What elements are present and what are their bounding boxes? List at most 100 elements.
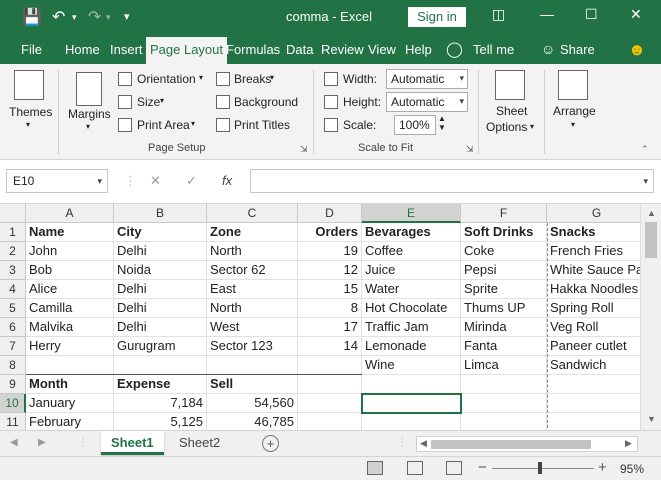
enter-icon[interactable]: ✓ <box>186 173 197 189</box>
scale-to-fit-launcher-icon[interactable]: ⇲ <box>466 144 474 155</box>
themes-dropdown-icon[interactable]: ▾ <box>26 120 30 129</box>
smiley-feedback-icon[interactable]: ☻ <box>628 40 646 60</box>
cell-e8[interactable]: Wine <box>362 356 461 375</box>
tab-insert[interactable]: Insert <box>110 42 143 57</box>
width-dropdown[interactable]: Automatic ▾ <box>386 69 468 89</box>
margins-icon[interactable] <box>76 72 102 106</box>
chevron-down-icon[interactable]: ▾ <box>97 176 102 187</box>
row-header-4[interactable]: 4 <box>0 280 26 299</box>
zoom-slider-thumb[interactable] <box>538 462 542 474</box>
sheet-options-dropdown-icon[interactable]: ▾ <box>530 122 534 131</box>
scale-down-icon[interactable]: ▼ <box>438 123 446 132</box>
cell-d5[interactable]: 8 <box>298 299 362 318</box>
lightbulb-icon[interactable]: ◯ <box>446 40 463 58</box>
cell-c1[interactable]: Zone <box>207 223 298 242</box>
background-icon[interactable] <box>216 95 230 109</box>
cell-b8[interactable] <box>114 356 207 375</box>
cell-b3[interactable]: Noida <box>114 261 207 280</box>
minimize-icon[interactable]: — <box>540 6 554 22</box>
orientation-icon[interactable] <box>118 72 132 86</box>
cell-b4[interactable]: Delhi <box>114 280 207 299</box>
cell-a8[interactable] <box>26 356 114 375</box>
undo-dropdown-icon[interactable]: ▾ <box>72 12 77 23</box>
background-button[interactable]: Background <box>234 95 298 109</box>
row-header-5[interactable]: 5 <box>0 299 26 318</box>
select-all-button[interactable] <box>0 204 26 223</box>
tab-review[interactable]: Review <box>321 42 364 57</box>
cell-g6[interactable]: Veg Roll <box>547 318 640 337</box>
scale-up-icon[interactable]: ▲ <box>438 114 446 123</box>
cell-e1[interactable]: Bevarages <box>362 223 461 242</box>
row-header-6[interactable]: 6 <box>0 318 26 337</box>
cell-d2[interactable]: 19 <box>298 242 362 261</box>
cell-c7[interactable]: Sector 123 <box>207 337 298 356</box>
sheet-options-label-2[interactable]: Options <box>486 120 527 134</box>
cell-c8[interactable] <box>207 356 298 375</box>
row-header-10[interactable]: 10 <box>0 394 26 413</box>
size-icon[interactable] <box>118 95 132 109</box>
cell-e7[interactable]: Lemonade <box>362 337 461 356</box>
cell-f7[interactable]: Fanta <box>461 337 547 356</box>
arrange-icon[interactable] <box>558 70 588 100</box>
row-header-2[interactable]: 2 <box>0 242 26 261</box>
cell-b6[interactable]: Delhi <box>114 318 207 337</box>
sheet-options-icon[interactable] <box>495 70 525 100</box>
zoom-in-icon[interactable]: + <box>598 459 607 476</box>
cell-c4[interactable]: East <box>207 280 298 299</box>
breaks-button[interactable]: Breaks <box>234 72 271 86</box>
margins-dropdown-icon[interactable]: ▾ <box>86 122 90 131</box>
column-header-c[interactable]: C <box>207 204 298 223</box>
cell-e3[interactable]: Juice <box>362 261 461 280</box>
cell-c9[interactable]: Sell <box>207 375 298 394</box>
cell-g7[interactable]: Paneer cutlet <box>547 337 640 356</box>
size-button[interactable]: Size <box>137 95 160 109</box>
cell-d7[interactable]: 14 <box>298 337 362 356</box>
cell-b11[interactable]: 5,125 <box>114 413 207 430</box>
tab-file[interactable]: File <box>21 42 42 57</box>
column-header-a[interactable]: A <box>26 204 114 223</box>
cell-c11[interactable]: 46,785 <box>207 413 298 430</box>
cell-a7[interactable]: Herry <box>26 337 114 356</box>
page-break-preview-icon[interactable] <box>446 461 462 475</box>
cell-c3[interactable]: Sector 62 <box>207 261 298 280</box>
cell-f5[interactable]: Thums UP <box>461 299 547 318</box>
size-dropdown-icon[interactable]: ▾ <box>160 96 164 105</box>
cell-g1[interactable]: Snacks <box>547 223 640 242</box>
scroll-left-icon[interactable]: ◀ <box>420 438 427 449</box>
column-header-e[interactable]: E <box>362 204 461 223</box>
scroll-right-icon[interactable]: ▶ <box>625 438 632 449</box>
cell-f3[interactable]: Pepsi <box>461 261 547 280</box>
expand-formula-bar-icon[interactable]: ▾ <box>643 176 648 187</box>
cell-e2[interactable]: Coffee <box>362 242 461 261</box>
cell-c2[interactable]: North <box>207 242 298 261</box>
print-titles-button[interactable]: Print Titles <box>234 118 290 132</box>
page-setup-launcher-icon[interactable]: ⇲ <box>300 144 308 155</box>
themes-icon[interactable] <box>14 70 44 100</box>
cell-g5[interactable]: Spring Roll <box>547 299 640 318</box>
cell-e6[interactable]: Traffic Jam <box>362 318 461 337</box>
print-area-dropdown-icon[interactable]: ▾ <box>191 119 195 128</box>
cell-g2[interactable]: French Fries <box>547 242 640 261</box>
cell-g11[interactable] <box>547 413 640 430</box>
cell-d11[interactable] <box>298 413 362 430</box>
row-header-7[interactable]: 7 <box>0 337 26 356</box>
tab-page-layout[interactable]: Page Layout <box>146 37 228 64</box>
insert-function-icon[interactable]: fx <box>222 173 232 188</box>
print-titles-icon[interactable] <box>216 118 230 132</box>
tell-me-button[interactable]: Tell me <box>473 42 514 57</box>
next-sheet-icon[interactable]: ▶ <box>38 437 46 448</box>
cell-c10[interactable]: 54,560 <box>207 394 298 413</box>
print-area-button[interactable]: Print Area <box>137 118 190 132</box>
themes-button[interactable]: Themes <box>9 105 52 119</box>
cell-a3[interactable]: Bob <box>26 261 114 280</box>
share-button[interactable]: Share <box>560 42 595 57</box>
cell-a5[interactable]: Camilla <box>26 299 114 318</box>
undo-icon[interactable]: ↶ <box>52 7 65 27</box>
customize-toolbar-icon[interactable]: ▾ <box>124 10 130 23</box>
cell-f4[interactable]: Sprite <box>461 280 547 299</box>
cell-b2[interactable]: Delhi <box>114 242 207 261</box>
redo-icon[interactable]: ↷ <box>88 7 101 27</box>
prev-sheet-icon[interactable]: ◀ <box>10 437 18 448</box>
row-header-8[interactable]: 8 <box>0 356 26 375</box>
zoom-level[interactable]: 95% <box>620 462 644 476</box>
